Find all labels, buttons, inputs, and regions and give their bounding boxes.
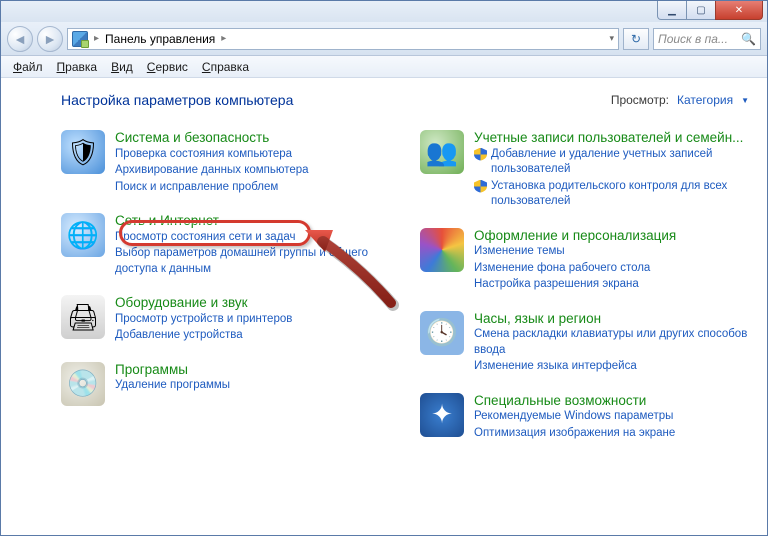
cat-link[interactable]: Проверка состояния компьютера <box>115 147 309 163</box>
user-accounts-icon: 👥 <box>420 130 464 174</box>
close-button[interactable]: ✕ <box>715 1 763 20</box>
cat-link[interactable]: Изменение темы <box>474 244 676 260</box>
breadcrumb-sep[interactable]: ▸ <box>221 33 226 44</box>
column-left: 🛡 Система и безопасность Проверка состоя… <box>61 130 390 441</box>
cat-link[interactable]: Оптимизация изображения на экране <box>474 426 675 442</box>
minimize-button[interactable]: ▁ <box>657 1 687 20</box>
breadcrumb-sep: ▸ <box>94 33 99 44</box>
search-icon: 🔍 <box>741 32 756 46</box>
navigation-bar: ◄ ► ▸ Панель управления ▸ ▾ ↻ Поиск в па… <box>1 22 767 56</box>
cat-title-system-security[interactable]: Система и безопасность <box>115 130 309 146</box>
menu-edit[interactable]: Правка <box>51 58 104 76</box>
menu-view[interactable]: Вид <box>105 58 139 76</box>
address-dropdown-icon[interactable]: ▾ <box>609 33 614 44</box>
cat-title-hardware[interactable]: Оборудование и звук <box>115 295 292 311</box>
search-placeholder: Поиск в па... <box>658 32 728 46</box>
view-by-label: Просмотр: <box>611 93 669 107</box>
cat-network-internet: 🌐 Сеть и Интернет Просмотр состояния сет… <box>61 213 390 277</box>
cat-title-ease[interactable]: Специальные возможности <box>474 393 675 409</box>
title-bar: ▁ ▢ ✕ <box>1 1 767 22</box>
uac-shield-icon <box>474 180 487 193</box>
personalization-icon <box>420 228 464 272</box>
cat-link-shielded[interactable]: Установка родительского контроля для все… <box>474 179 749 210</box>
refresh-button[interactable]: ↻ <box>623 28 649 50</box>
network-icon: 🌐 <box>61 213 105 257</box>
clock-icon: 🕓 <box>420 311 464 355</box>
cat-link[interactable]: Просмотр устройств и принтеров <box>115 312 292 328</box>
cat-title-personalization[interactable]: Оформление и персонализация <box>474 228 676 244</box>
window-controls: ▁ ▢ ✕ <box>658 1 763 20</box>
cat-personalization: Оформление и персонализация Изменение те… <box>420 228 749 293</box>
view-by-value[interactable]: Категория <box>677 93 733 107</box>
maximize-button[interactable]: ▢ <box>686 1 716 20</box>
menu-bar: Файл Правка Вид Сервис Справка <box>1 56 767 78</box>
address-bar[interactable]: ▸ Панель управления ▸ ▾ <box>67 28 619 50</box>
page-title: Настройка параметров компьютера <box>61 92 293 108</box>
cat-link[interactable]: Настройка разрешения экрана <box>474 277 676 293</box>
menu-service[interactable]: Сервис <box>141 58 194 76</box>
cat-link[interactable]: Изменение языка интерфейса <box>474 359 749 375</box>
cat-ease-of-access: ✦ Специальные возможности Рекомендуемые … <box>420 393 749 442</box>
search-input[interactable]: Поиск в па... 🔍 <box>653 28 761 50</box>
cat-link-shielded[interactable]: Добавление и удаление учетных записей по… <box>474 147 749 178</box>
cat-link[interactable]: Выбор параметров домашней группы и общег… <box>115 246 390 277</box>
cat-link[interactable]: Архивирование данных компьютера <box>115 163 309 179</box>
category-columns: 🛡 Система и безопасность Проверка состоя… <box>61 130 749 441</box>
cat-title-network[interactable]: Сеть и Интернет <box>115 213 390 229</box>
cat-link[interactable]: Удаление программы <box>115 378 230 394</box>
chevron-down-icon[interactable]: ▼ <box>741 96 749 105</box>
content-area: Настройка параметров компьютера Просмотр… <box>1 78 767 535</box>
system-security-icon: 🛡 <box>61 130 105 174</box>
cat-link[interactable]: Добавление устройства <box>115 328 292 344</box>
back-button[interactable]: ◄ <box>7 26 33 52</box>
control-panel-icon <box>72 31 88 47</box>
cat-link[interactable]: Смена раскладки клавиатуры или других сп… <box>474 327 749 358</box>
heading-row: Настройка параметров компьютера Просмотр… <box>61 92 749 108</box>
view-by: Просмотр: Категория ▼ <box>611 93 749 107</box>
cat-programs: 💿 Программы Удаление программы <box>61 362 390 406</box>
menu-help[interactable]: Справка <box>196 58 255 76</box>
cat-link[interactable]: Просмотр состояния сети и задач <box>115 230 390 246</box>
forward-button[interactable]: ► <box>37 26 63 52</box>
cat-clock-region: 🕓 Часы, язык и регион Смена раскладки кл… <box>420 311 749 375</box>
cat-user-accounts: 👥 Учетные записи пользователей и семейн.… <box>420 130 749 210</box>
cat-title-programs[interactable]: Программы <box>115 362 230 378</box>
cat-title-users[interactable]: Учетные записи пользователей и семейн... <box>474 130 749 146</box>
cat-system-security: 🛡 Система и безопасность Проверка состоя… <box>61 130 390 195</box>
breadcrumb-root[interactable]: Панель управления <box>105 32 215 46</box>
cat-link[interactable]: Рекомендуемые Windows параметры <box>474 409 675 425</box>
cat-link[interactable]: Поиск и исправление проблем <box>115 180 309 196</box>
cat-hardware-sound: 🖨 Оборудование и звук Просмотр устройств… <box>61 295 390 344</box>
cat-title-clock[interactable]: Часы, язык и регион <box>474 311 749 327</box>
programs-icon: 💿 <box>61 362 105 406</box>
uac-shield-icon <box>474 148 487 161</box>
ease-of-access-icon: ✦ <box>420 393 464 437</box>
cat-link[interactable]: Изменение фона рабочего стола <box>474 261 676 277</box>
menu-file[interactable]: Файл <box>7 58 49 76</box>
hardware-icon: 🖨 <box>61 295 105 339</box>
column-right: 👥 Учетные записи пользователей и семейн.… <box>420 130 749 441</box>
